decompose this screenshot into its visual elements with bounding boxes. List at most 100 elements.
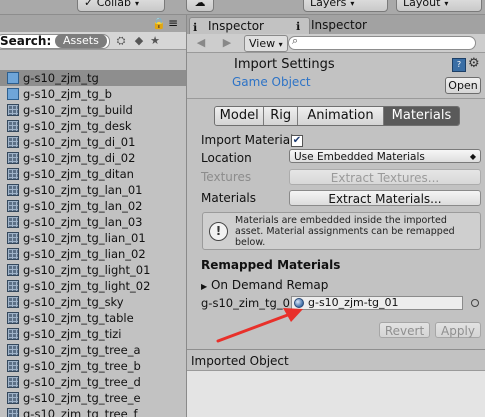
remap-slot-label: g-s10_zim_tg_0 (201, 296, 290, 310)
object-picker-icon[interactable] (471, 299, 479, 307)
asset-list-item[interactable]: g-s10_zjm_tg_build (0, 102, 186, 118)
inspector-panel: ℹ Inspector ℹ Inspector ◀ ▶ View ▾ ⌕ Imp… (187, 15, 485, 417)
asset-list-item[interactable]: g-s10_zjm_tg_desk (0, 118, 186, 134)
asset-list-item[interactable]: g-s10_zjm_tg_lan_03 (0, 214, 186, 230)
asset-list-item[interactable]: g-s10_zjm_tg_di_01 (0, 134, 186, 150)
location-dropdown[interactable]: Use Embedded Materials ◆ (289, 149, 481, 163)
texture-icon (7, 360, 19, 372)
lock-icon[interactable]: 🔒 (152, 17, 166, 30)
asset-list-item[interactable]: g-s10_zjm_tg_table (0, 310, 186, 326)
asset-name: g-s10_zjm_tg_tree_e (23, 391, 141, 405)
asset-name: g-s10_zjm_tg_lan_03 (23, 215, 143, 229)
asset-list-item[interactable]: g-s10_zjm_tg_lian_01 (0, 230, 186, 246)
inspector-tab-bar: ℹ Inspector ℹ Inspector (187, 15, 485, 35)
top-toolbar: ✓ Collab ▾ ☁ Layers ▾ Layout ▾ (0, 0, 485, 15)
collab-button[interactable]: ✓ Collab ▾ (77, 0, 165, 12)
asset-list-item[interactable]: g-s10_zjm_tg_tree_e (0, 390, 186, 406)
asset-type-link[interactable]: Game Object (232, 75, 311, 89)
open-button[interactable]: Open (445, 77, 481, 94)
asset-name: g-s10_zjm_tg_b (23, 87, 112, 101)
chevron-down-icon: ▾ (444, 0, 449, 8)
texture-icon (7, 376, 19, 388)
remap-material-field[interactable]: g-s10_zjm-tg_01 (291, 296, 463, 310)
project-panel: 🔒 ≡ ⊗ ⛭ ◆ ★ Search: Assets g-s10_zjm_tgg… (0, 15, 187, 417)
texture-icon (7, 104, 19, 116)
layers-dropdown[interactable]: Layers ▾ (303, 0, 388, 12)
assets-scope-pill[interactable]: Assets (55, 34, 107, 48)
asset-list: g-s10_zjm_tg g-s10_zjm_tg_b g-s10_zjm_tg_b… (0, 70, 186, 417)
asset-name: g-s10_zjm_tg_light_02 (23, 279, 151, 293)
texture-icon (7, 168, 19, 180)
asset-list-item[interactable]: g-s10_zjm_tg_tree_d (0, 374, 186, 390)
settings-gear-icon[interactable]: ⚙ (468, 56, 480, 71)
texture-icon (7, 296, 19, 308)
tab-rig[interactable]: Rig (264, 107, 298, 125)
texture-icon (7, 232, 19, 244)
asset-name: g-s10_zjm_tg_di_02 (23, 151, 136, 165)
tab-materials[interactable]: Materials (383, 107, 459, 125)
asset-list-item[interactable]: g-s10_zjm_tg_lan_01 (0, 182, 186, 198)
asset-name: g-s10_zjm_tg_tree_a (23, 343, 141, 357)
tab-inspector-active[interactable]: ℹ Inspector (189, 17, 310, 35)
asset-list-item[interactable]: g-s10_zjm_tg_lian_02 (0, 246, 186, 262)
asset-list-item[interactable]: g-s10_zjm_tg (0, 70, 186, 86)
texture-icon (7, 392, 19, 404)
texture-icon (7, 328, 19, 340)
revert-button[interactable]: Revert (379, 322, 430, 338)
info-icon: ! (209, 222, 228, 241)
cloud-button[interactable]: ☁ (186, 0, 214, 12)
view-dropdown[interactable]: View ▾ (244, 35, 288, 52)
asset-list-item[interactable]: g-s10_zjm_tg_light_01 (0, 262, 186, 278)
back-arrow-icon[interactable]: ◀ (193, 35, 209, 51)
asset-name: g-s10_zjm_tg_tree_d (23, 375, 141, 389)
layout-dropdown[interactable]: Layout ▾ (396, 0, 482, 12)
favorite-star-icon[interactable]: ★ (148, 34, 162, 48)
texture-icon (7, 216, 19, 228)
menu-icon[interactable]: ≡ (168, 16, 178, 30)
asset-list-item[interactable]: g-s10_zjm_tg_lan_02 (0, 198, 186, 214)
inspector-nav-row: ◀ ▶ View ▾ ⌕ (187, 34, 485, 53)
tab-animation[interactable]: Animation (297, 107, 384, 125)
on-demand-remap-foldout[interactable]: ▶ On Demand Remap (201, 278, 328, 292)
asset-name: g-s10_zjm_tg_di_01 (23, 135, 136, 149)
import-materials-checkbox[interactable]: ✔ (291, 135, 303, 147)
asset-list-item[interactable]: g-s10_zjm_tg_tizi (0, 326, 186, 342)
filter-type-icon[interactable]: ⛭ (114, 34, 128, 48)
search-scope-label: Search: (0, 34, 52, 48)
layers-label: Layers (310, 0, 347, 9)
inspector-icon: ℹ (296, 20, 301, 33)
inspector-search-input[interactable]: ⌕ (288, 34, 476, 50)
asset-list-item[interactable]: g-s10_zjm_tg_di_02 (0, 150, 186, 166)
texture-icon (7, 200, 19, 212)
location-value: Use Embedded Materials (294, 151, 425, 163)
asset-list-item[interactable]: g-s10_zjm_tg_b (0, 86, 186, 102)
asset-list-item[interactable]: g-s10_zjm_tg_light_02 (0, 278, 186, 294)
extract-textures-button[interactable]: Extract Textures... (289, 169, 481, 185)
chevron-down-icon: ▾ (278, 40, 283, 49)
texture-icon (7, 152, 19, 164)
imported-object-divider (187, 349, 485, 350)
extract-materials-button[interactable]: Extract Materials... (289, 190, 481, 206)
asset-list-item[interactable]: g-s10_zjm_tg_ditan (0, 166, 186, 182)
asset-name: g-s10_zjm_tg (23, 71, 99, 85)
asset-list-item[interactable]: g-s10_zjm_tg_tree_b (0, 358, 186, 374)
asset-list-item[interactable]: g-s10_zjm_tg_sky (0, 294, 186, 310)
asset-name: g-s10_zjm_tg_desk (23, 119, 132, 133)
apply-button[interactable]: Apply (435, 322, 481, 338)
remap-material-value: g-s10_zjm-tg_01 (308, 296, 399, 309)
filter-label-icon[interactable]: ◆ (132, 34, 146, 48)
asset-list-item[interactable]: g-s10_zjm_tg_tree_a (0, 342, 186, 358)
materials-label: Materials (201, 191, 257, 205)
header-divider (187, 98, 485, 99)
forward-arrow-icon[interactable]: ▶ (219, 35, 235, 51)
asset-name: g-s10_zjm_tg_lan_02 (23, 199, 143, 213)
imported-object-header[interactable]: Imported Object (191, 354, 289, 368)
tab-model[interactable]: Model (215, 107, 265, 125)
tab-inspector-secondary[interactable]: ℹ Inspector (293, 17, 411, 34)
asset-name: g-s10_zjm_tg_tizi (23, 327, 122, 341)
texture-icon (7, 136, 19, 148)
documentation-book-icon[interactable]: ? (452, 58, 466, 72)
collab-label: Collab (96, 0, 131, 9)
material-sphere-icon (294, 298, 304, 308)
asset-list-item[interactable]: g-s10_zjm_tg_tree_f (0, 406, 186, 417)
